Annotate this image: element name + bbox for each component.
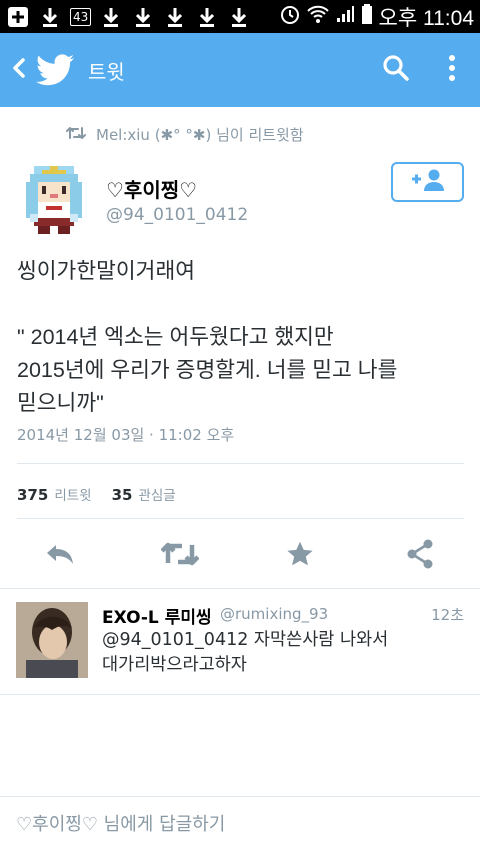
favorite-button[interactable] [278, 536, 322, 576]
retweet-context: Mel:xiu (✱° °✱) 님이 리트윗함 [66, 124, 304, 145]
twitter-bird-icon [36, 50, 76, 90]
divider [17, 463, 464, 464]
tweet-timestamp: 2014년 12월 03일 · 11:02 오후 [17, 426, 235, 444]
retweet-context-text[interactable]: Mel:xiu (✱° °✱) 님이 리트윗함 [96, 124, 304, 145]
star-icon [286, 540, 314, 572]
app-bar: 트윗 [0, 33, 480, 107]
retweet-button[interactable] [158, 536, 202, 576]
reply-button[interactable] [38, 536, 82, 576]
avatar[interactable] [22, 166, 86, 234]
battery-icon [361, 3, 373, 30]
status-bar: 43 오후 11:04 [0, 0, 480, 33]
retweet-count-label[interactable]: 리트윗 [54, 484, 91, 504]
more-options-button[interactable] [424, 33, 480, 107]
retweet-icon [66, 126, 86, 144]
reply-compose-bar [0, 796, 480, 853]
reply-display-name[interactable]: EXO-L 루미씽 [102, 603, 212, 628]
download-icon [163, 6, 187, 28]
reply-icon [44, 542, 76, 570]
page-title: 트윗 [88, 59, 125, 84]
add-box-icon [6, 6, 30, 28]
divider [0, 694, 480, 695]
display-name[interactable]: ♡후이찡♡ [106, 174, 197, 203]
download-icon [131, 6, 155, 28]
download-icon [195, 6, 219, 28]
reply-handle[interactable]: @rumixing_93 [220, 605, 328, 623]
search-button[interactable] [368, 33, 424, 107]
follow-button[interactable] [391, 162, 464, 202]
share-button[interactable] [398, 536, 442, 576]
retweet-icon [160, 541, 200, 571]
tweet-text: 씽이가한말이거래여 " 2014년 엑소는 어두웠다고 했지만 2015년에 우… [17, 259, 398, 415]
divider [0, 588, 480, 589]
reply-input[interactable] [16, 809, 464, 839]
tweet-actions [0, 536, 480, 576]
chevron-left-icon [11, 57, 27, 83]
reply-text: @94_0101_0412 자막쓴사람 나와서 대가리박으라고하자 [102, 630, 389, 675]
divider [17, 518, 464, 519]
reply-avatar[interactable] [16, 602, 88, 678]
add-user-icon [409, 168, 447, 196]
favorite-count-label[interactable]: 관심글 [138, 484, 175, 504]
status-time: 오후 11:04 [378, 6, 474, 30]
user-handle[interactable]: @94_0101_0412 [106, 205, 248, 225]
download-icon [227, 6, 251, 28]
back-button[interactable] [2, 33, 36, 107]
search-icon [382, 54, 410, 86]
more-vertical-icon [448, 54, 456, 86]
download-icon [99, 6, 123, 28]
wifi-icon [306, 4, 329, 29]
alarm-icon [279, 3, 301, 30]
download-icon [38, 6, 62, 28]
tweet-stats: 375 리트윗 35 관심글 [17, 484, 190, 504]
favorite-count[interactable]: 35 [112, 486, 133, 504]
notification-count-badge: 43 [70, 7, 92, 26]
reply-time: 12초 [431, 606, 464, 624]
retweet-count[interactable]: 375 [17, 486, 48, 504]
signal-icon [335, 4, 355, 29]
share-icon [406, 539, 434, 573]
